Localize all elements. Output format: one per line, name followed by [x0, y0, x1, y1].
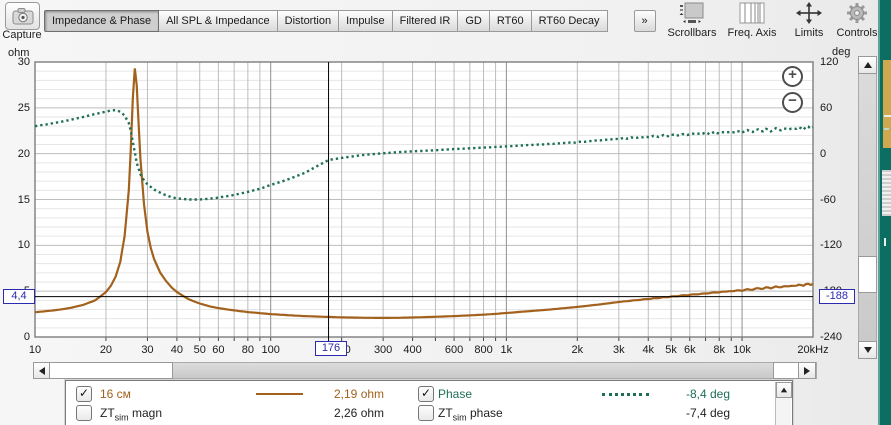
cursor-freq-box: 176 — [315, 341, 347, 356]
scrollbars-label: Scrollbars — [667, 27, 717, 39]
tab-distortion[interactable]: Distortion — [277, 10, 340, 32]
limits-icon — [796, 2, 822, 24]
tab-rt60[interactable]: RT60 — [489, 10, 532, 32]
tab-filtered-ir[interactable]: Filtered IR — [392, 10, 459, 32]
trace-cursor-value: -7,4 deg — [686, 406, 731, 420]
scroll-down-button[interactable] — [858, 341, 877, 359]
trace-checkbox-left-0[interactable]: ✓ — [76, 386, 92, 402]
deg-tick-label: 120 — [820, 56, 839, 68]
legend-row: ✓ 16 см 2,19 ohm ✓ Phase -8,4 deg — [66, 386, 792, 403]
trace-checkbox-right-0[interactable]: ✓ — [418, 386, 434, 402]
graph-tab-bar: Impedance & Phase All SPL & Impedance Dist… — [44, 10, 656, 32]
ohm-tick-label: 15 — [17, 193, 30, 206]
deg-tick-label: -240 — [820, 331, 843, 343]
tab-all-spl-impedance[interactable]: All SPL & Impedance — [159, 10, 278, 32]
ohm-tick-label: 20 — [17, 147, 30, 160]
tab-impulse[interactable]: Impulse — [339, 10, 393, 32]
controls-label: Controls — [836, 27, 878, 39]
scroll-left-button[interactable] — [33, 362, 50, 379]
freq-tick-label: 20kHz — [797, 344, 829, 356]
right-arrow-icon — [804, 366, 810, 375]
down-arrow-icon — [863, 347, 872, 353]
rew-measurement-window: Capture Impedance & Phase All SPL & Imped… — [0, 0, 891, 425]
left-arrow-icon — [38, 366, 45, 375]
trace-name: ZTsim magn — [100, 406, 163, 423]
ohm-tick-label: 25 — [17, 101, 30, 114]
scrollbars-button[interactable]: Scrollbars — [658, 1, 726, 43]
background-window-strip — [878, 0, 891, 425]
limits-label: Limits — [794, 27, 824, 39]
trace-name: Phase — [438, 387, 473, 401]
horizontal-scroll-thumb[interactable] — [49, 362, 173, 379]
zoom-out-button[interactable]: − — [782, 92, 803, 113]
tab-overflow-button[interactable]: » — [633, 10, 656, 32]
legend-scroll-up-button[interactable] — [776, 382, 792, 398]
capture-button[interactable] — [5, 2, 40, 30]
freq-tick-label: 100 — [261, 344, 280, 356]
freq-tick-label: 10 — [28, 344, 42, 356]
ohm-tick-label: 30 — [17, 56, 30, 68]
cursor-ohm-box: 4,4 — [3, 289, 35, 304]
zoom-in-button[interactable]: + — [782, 66, 803, 87]
freq-axis-label: Freq. Axis — [727, 27, 777, 39]
freq-tick-label: 10k — [733, 344, 751, 356]
trace-cursor-value: -8,4 deg — [686, 387, 731, 401]
deg-tick-label: 0 — [820, 147, 827, 160]
up-arrow-icon — [780, 387, 788, 393]
freq-tick-label: 1k — [500, 344, 513, 356]
trace-line-sample — [602, 393, 649, 396]
freq-tick-label: 20 — [99, 344, 113, 356]
tab-impedance-phase[interactable]: Impedance & Phase — [44, 10, 160, 32]
deg-tick-label: 60 — [820, 101, 833, 114]
trace-checkbox-left-1[interactable] — [76, 405, 92, 421]
trace-legend-panel: ✓ 16 см 2,19 ohm ✓ Phase -8,4 deg ZTsim magn 2,… — [65, 380, 793, 425]
legend-scrollbar[interactable] — [775, 382, 792, 425]
freq-tick-label: 2k — [571, 344, 584, 356]
trace-name: ZTsim phase — [438, 406, 503, 423]
trace-cursor-value: 2,19 ohm — [334, 387, 385, 401]
ohm-tick-label: 0 — [23, 331, 30, 343]
controls-gear-icon — [847, 3, 867, 23]
scroll-right-button[interactable] — [798, 362, 816, 379]
background-window-fragment — [882, 170, 891, 216]
series-impedance — [34, 68, 814, 319]
tab-gd[interactable]: GD — [458, 10, 490, 32]
trace-cursor-value: 2,26 ohm — [334, 406, 385, 420]
deg-tick-label: -120 — [820, 239, 843, 252]
freq-axis-icon — [739, 2, 765, 24]
capture-label: Capture — [2, 29, 42, 41]
camera-icon — [12, 8, 33, 25]
scrollbars-icon — [679, 2, 704, 23]
background-window-fragment — [883, 60, 891, 148]
trace-line-sample — [256, 393, 303, 395]
tab-rt60-decay[interactable]: RT60 Decay — [531, 10, 608, 32]
vertical-scroll-thumb[interactable] — [858, 256, 877, 293]
scroll-end-box[interactable] — [773, 362, 799, 379]
up-arrow-icon — [863, 62, 872, 68]
freq-tick-label: 400 — [403, 344, 422, 356]
background-window-fragment — [884, 128, 889, 130]
trace-name: 16 см — [100, 387, 131, 401]
scroll-up-button[interactable] — [858, 56, 877, 74]
ohm-tick-label: 10 — [17, 239, 30, 252]
legend-row: ZTsim magn 2,26 ohm ZTsim phase -7,4 deg — [66, 405, 792, 422]
trace-checkbox-right-1[interactable] — [418, 405, 434, 421]
deg-tick-label: -60 — [820, 193, 836, 206]
series-phase — [34, 108, 814, 201]
background-window-fragment — [884, 238, 886, 246]
toolbar: Capture Impedance & Phase All SPL & Imped… — [0, 0, 878, 45]
cursor-deg-box: -188 — [819, 289, 855, 304]
background-window-fragment — [884, 115, 891, 117]
